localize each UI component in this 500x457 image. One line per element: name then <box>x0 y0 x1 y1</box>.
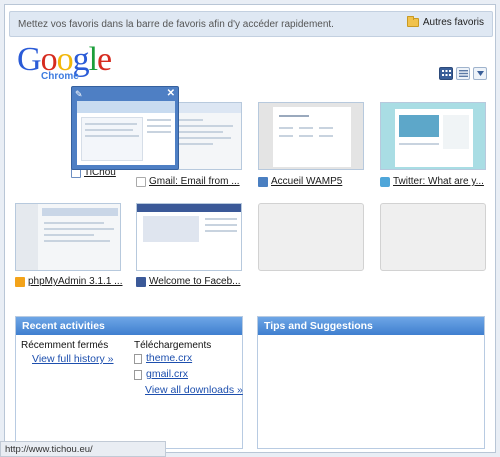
status-bar-url: http://www.tichou.eu/ <box>0 441 166 457</box>
close-icon[interactable]: ✕ <box>167 88 175 99</box>
thumbnail-title: Accueil WAMP5 <box>271 176 343 187</box>
view-toggle <box>439 67 487 80</box>
downloads-label: Téléchargements <box>134 340 212 351</box>
list-view-icon[interactable] <box>456 67 470 80</box>
google-chrome-logo: Google Chrome <box>17 43 127 83</box>
twitter-favicon <box>380 176 390 187</box>
menu-dropdown-icon[interactable] <box>473 67 487 80</box>
thumbnail-label-wamp[interactable]: Accueil WAMP5 <box>258 176 368 187</box>
file-icon <box>134 370 142 380</box>
thumbnail-empty-slot <box>258 203 364 271</box>
folder-icon <box>406 16 419 27</box>
thumbnail-title: Twitter: What are y... <box>393 176 484 187</box>
grid-view-icon[interactable] <box>439 67 453 80</box>
recently-closed-label: Récemment fermés <box>21 340 109 351</box>
bookmarks-bar-message: Mettez vos favoris dans la barre de favo… <box>18 19 334 30</box>
other-bookmarks-label: Autres favoris <box>422 17 484 28</box>
gmail-favicon <box>136 176 146 187</box>
thumbnail-twitter[interactable] <box>380 102 486 170</box>
thumbnail-title: Gmail: Email from ... <box>149 176 240 187</box>
file-icon <box>134 354 142 364</box>
other-bookmarks-button[interactable]: Autres favoris <box>406 16 484 28</box>
thumbnail-label-gmail[interactable]: Gmail: Email from ... <box>136 176 246 187</box>
thumbnail-facebook[interactable] <box>136 203 242 271</box>
recent-activities-title: Recent activities <box>16 317 242 335</box>
phpmyadmin-favicon <box>15 276 25 287</box>
thumbnail-label-twitter[interactable]: Twitter: What are y... <box>380 176 490 187</box>
bookmarks-bar: Mettez vos favoris dans la barre de favo… <box>9 11 493 37</box>
thumbnail-title: phpMyAdmin 3.1.1 ... <box>28 276 123 287</box>
thumbnail-hover-card-tichou[interactable]: ✎ ✕ <box>71 86 179 170</box>
tips-title: Tips and Suggestions <box>258 317 484 335</box>
download-item[interactable]: gmail.crx <box>146 368 188 380</box>
tips-panel: Tips and Suggestions <box>257 316 485 449</box>
download-item[interactable]: theme.crx <box>146 352 192 364</box>
view-full-history-link[interactable]: View full history » <box>32 353 114 365</box>
thumbnail-label-phpmyadmin[interactable]: phpMyAdmin 3.1.1 ... <box>15 276 125 287</box>
view-all-downloads-link[interactable]: View all downloads » <box>145 384 243 396</box>
thumbnail-label-facebook[interactable]: Welcome to Faceb... <box>136 276 246 287</box>
recent-activities-panel: Recent activities Récemment fermés View … <box>15 316 243 449</box>
new-tab-page: Mettez vos favoris dans la barre de favo… <box>4 4 496 453</box>
logo-product-name: Chrome <box>41 71 79 82</box>
thumbnail-wamp[interactable] <box>258 102 364 170</box>
facebook-favicon <box>136 276 146 287</box>
thumbnail-empty-slot <box>380 203 486 271</box>
pin-icon[interactable]: ✎ <box>75 89 83 100</box>
wamp-favicon <box>258 176 268 187</box>
thumbnail-title: Welcome to Faceb... <box>149 276 241 287</box>
thumbnail-tichou[interactable] <box>77 101 175 165</box>
thumbnail-phpmyadmin[interactable] <box>15 203 121 271</box>
